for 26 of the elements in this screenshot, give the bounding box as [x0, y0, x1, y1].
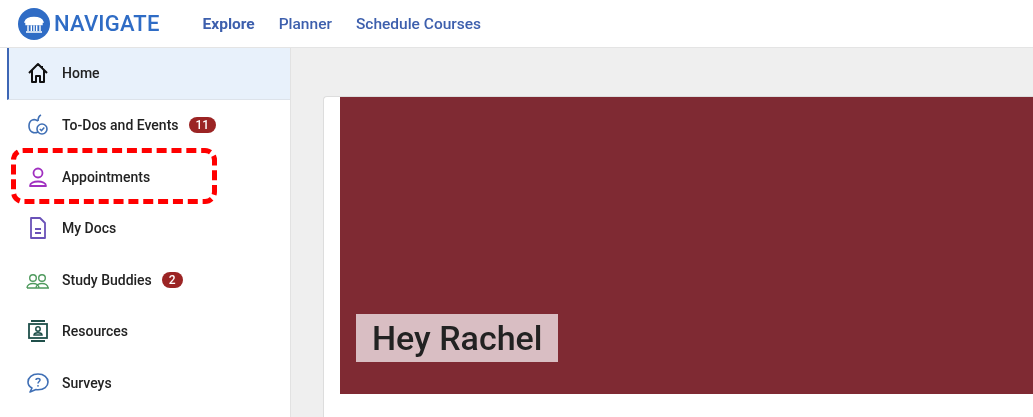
sidebar-item[interactable]: To-Dos and Events 11: [7, 99, 290, 151]
item-label: To-Dos and Events: [62, 117, 179, 134]
nav-link[interactable]: Planner: [278, 14, 332, 33]
item-label: Study Buddies: [62, 271, 152, 288]
count-badge: 11: [188, 117, 217, 134]
item-label: Resources: [62, 323, 129, 340]
home-icon: [26, 61, 50, 86]
question-bubble-icon: [26, 370, 50, 395]
sidebar-item[interactable]: Appointments: [7, 151, 290, 203]
count-badge: 2: [161, 271, 183, 288]
id-card-icon: [26, 319, 50, 344]
item-label: My Docs: [62, 220, 117, 237]
brand-name: NAVIGATE: [54, 11, 160, 36]
nav-link[interactable]: Schedule Courses: [355, 14, 482, 33]
sidebar-item[interactable]: Surveys: [7, 357, 290, 409]
sidebar-item[interactable]: Home: [7, 48, 290, 100]
logo-icon: [18, 7, 50, 40]
sidebar-item[interactable]: Resources: [7, 305, 290, 357]
sidebar-item[interactable]: My Docs: [7, 202, 290, 254]
item-label: Surveys: [62, 374, 112, 391]
greeting: Hey Rachel: [356, 314, 559, 362]
item-label: Home: [62, 65, 100, 82]
nav-link[interactable]: Explore: [202, 14, 255, 33]
apple-check-icon: [26, 113, 50, 138]
item-label: Appointments: [62, 168, 151, 185]
sidebar-item[interactable]: Study Buddies 2: [7, 254, 290, 306]
